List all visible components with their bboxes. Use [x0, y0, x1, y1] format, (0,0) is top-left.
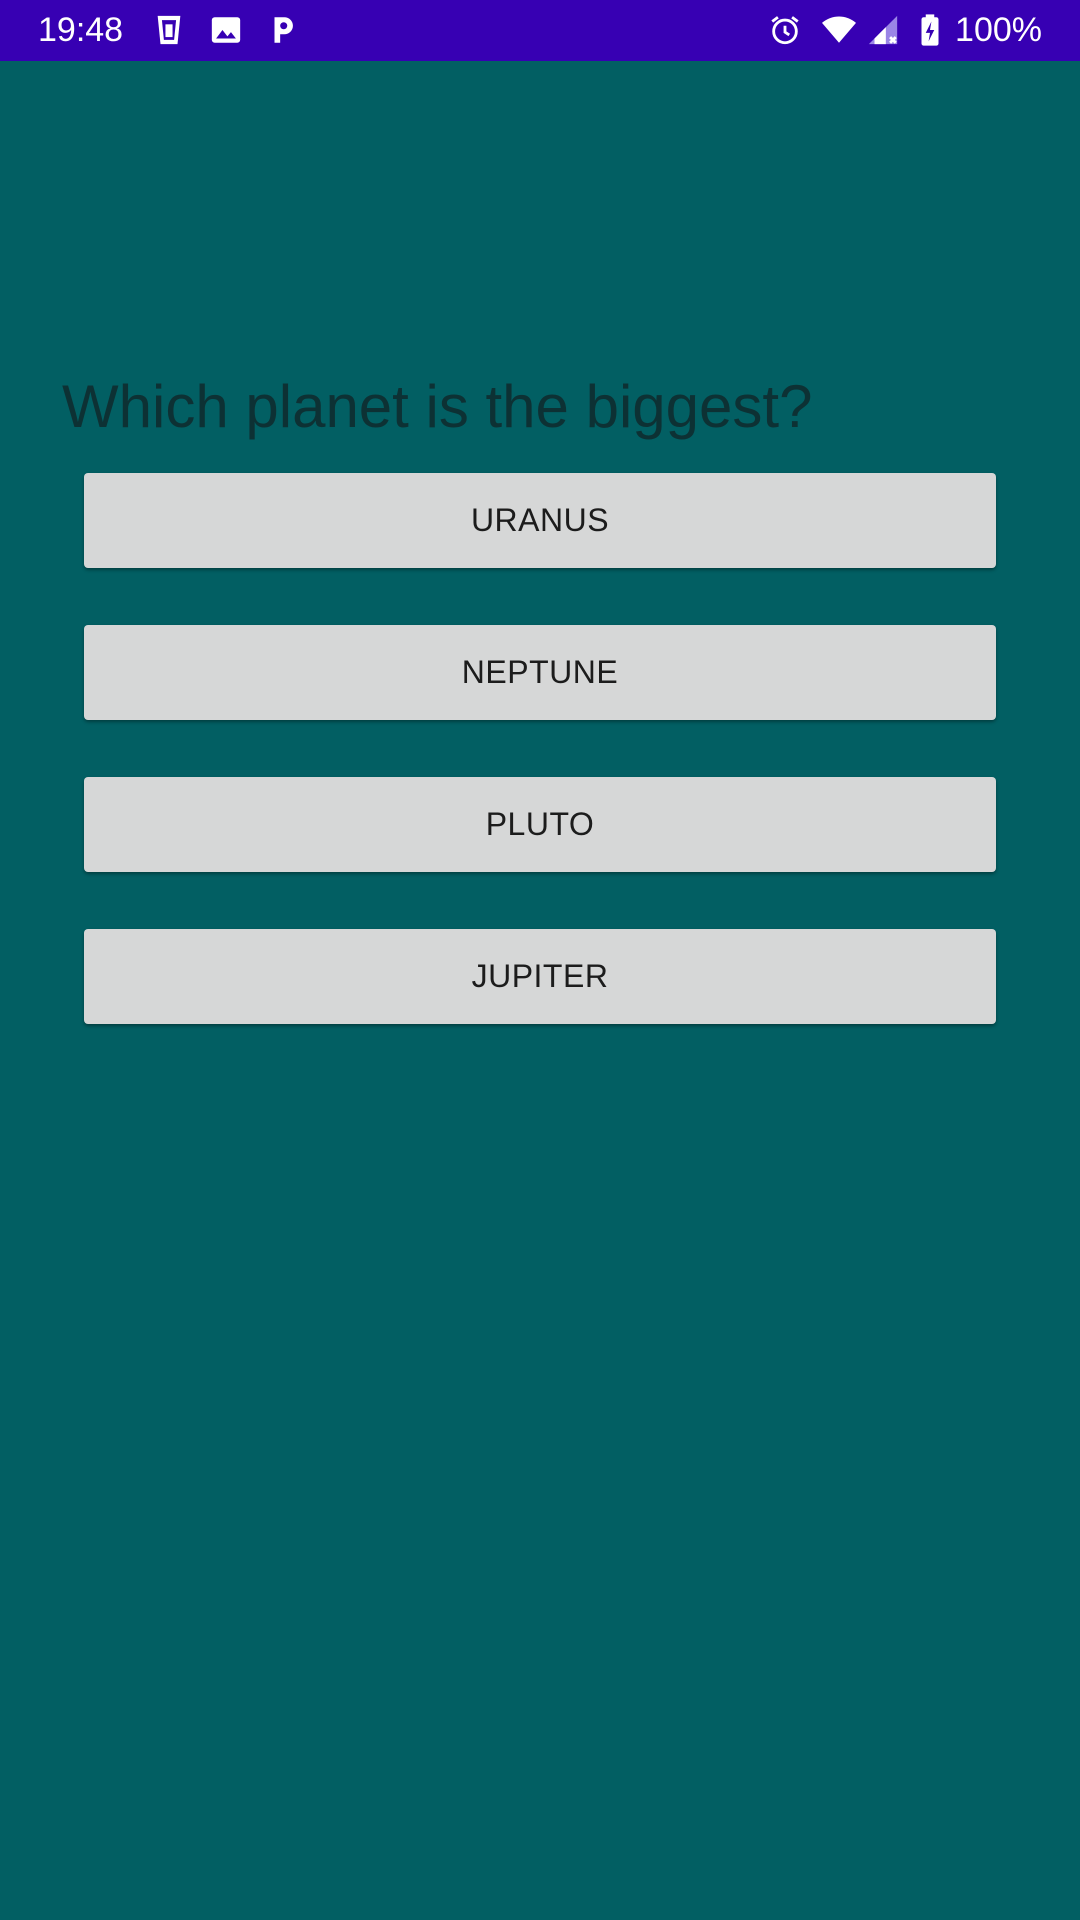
- answer-label: URANUS: [470, 502, 610, 538]
- answer-button-neptune[interactable]: NEPTUNE: [84, 625, 996, 720]
- signal-icon: [866, 13, 900, 47]
- answer-button-jupiter[interactable]: JUPITER: [84, 929, 996, 1024]
- battery-icon: [913, 13, 947, 47]
- alarm-icon: [768, 13, 802, 47]
- answer-button-uranus[interactable]: URANUS: [84, 473, 996, 568]
- answer-button-pluto[interactable]: PLUTO: [84, 777, 996, 872]
- status-time: 19:48: [38, 11, 124, 49]
- question-text: Which planet is the biggest?: [62, 373, 813, 440]
- answer-label: NEPTUNE: [461, 654, 619, 690]
- answer-label: PLUTO: [485, 806, 595, 842]
- answer-label: JUPITER: [471, 958, 609, 994]
- image-icon: [209, 13, 243, 47]
- parking-icon: [266, 13, 300, 47]
- wifi-icon: [822, 13, 856, 47]
- battery-percent: 100%: [955, 11, 1042, 49]
- cup-icon: [152, 13, 186, 47]
- status-bar: 19:48 100%: [0, 0, 1080, 61]
